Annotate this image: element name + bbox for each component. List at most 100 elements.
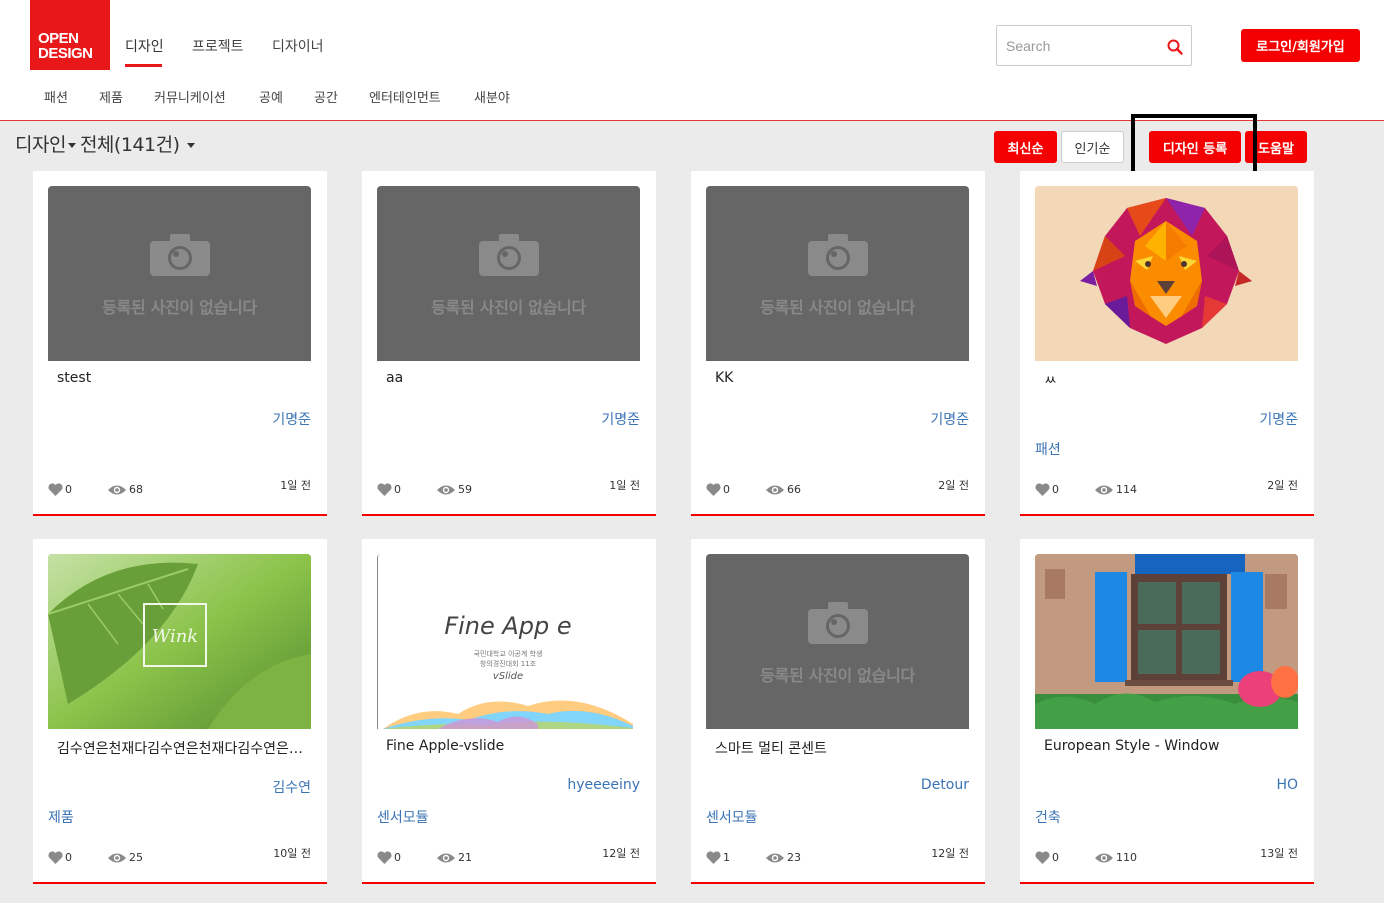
card-thumbnail[interactable]: 등록된 사진이 없습니다	[706, 554, 969, 729]
card-title[interactable]: 김수연은천재다김수연은천재다김수연은천재다	[57, 738, 307, 758]
card-category[interactable]: 센서모듈	[706, 807, 758, 827]
subnav-communication[interactable]: 커뮤니케이션	[154, 87, 226, 106]
eye-icon	[1095, 853, 1113, 862]
heart-icon[interactable]	[48, 851, 63, 864]
heart-icon[interactable]	[706, 851, 721, 864]
nav-project[interactable]: 프로젝트	[192, 36, 244, 56]
fine-apple-sub-1: 국민대학교 이공계 학생	[474, 649, 543, 658]
card-title[interactable]: ㅆ	[1044, 370, 1294, 390]
nav-designer[interactable]: 디자이너	[272, 36, 324, 56]
design-card[interactable]: 등록된 사진이 없습니다 KK 기명준 0 66 2일 전	[691, 171, 985, 516]
card-date: 1일 전	[280, 479, 311, 492]
card-thumbnail[interactable]: 등록된 사진이 없습니다	[706, 186, 969, 361]
page-title-filter: 전체(141건)	[79, 134, 180, 156]
card-thumbnail[interactable]: Fine App e 국민대학교 이공계 학생 창의경진대회 11조 vSlid…	[377, 554, 640, 729]
card-thumbnail[interactable]: Wink	[48, 554, 311, 729]
camera-icon	[150, 234, 210, 276]
card-author[interactable]: hyeeeeiny	[567, 777, 640, 793]
card-author[interactable]: 기명준	[1259, 409, 1298, 429]
like-count: 0	[1052, 851, 1059, 864]
site-logo[interactable]: OPEN DESIGN	[30, 0, 110, 70]
card-author[interactable]: 기명준	[272, 409, 311, 429]
login-signup-button[interactable]: 로그인/회원가입	[1241, 29, 1360, 62]
sort-latest-button[interactable]: 최신순	[994, 131, 1057, 163]
card-category[interactable]: 건축	[1035, 807, 1061, 827]
geometric-lion-image	[1035, 186, 1298, 361]
camera-icon	[808, 602, 868, 644]
card-title[interactable]: aa	[386, 370, 636, 386]
card-title[interactable]: 스마트 멀티 콘센트	[715, 738, 965, 758]
heart-icon[interactable]	[1035, 851, 1050, 864]
nav-design[interactable]: 디자인	[125, 36, 164, 56]
view-count: 110	[1116, 851, 1137, 864]
design-card[interactable]: Fine App e 국민대학교 이공계 학생 창의경진대회 11조 vSlid…	[362, 539, 656, 884]
view-count: 23	[787, 851, 801, 864]
camera-icon	[808, 234, 868, 276]
no-image-text: 등록된 사진이 없습니다	[102, 298, 257, 317]
heart-icon[interactable]	[706, 483, 721, 496]
subnav-craft[interactable]: 공예	[259, 87, 283, 106]
eye-icon	[108, 853, 126, 862]
caret-down-icon	[67, 143, 76, 148]
card-title[interactable]: Fine Apple-vslide	[386, 738, 636, 754]
subnav-entertainment[interactable]: 엔터테인먼트	[369, 87, 441, 106]
card-category[interactable]: 제품	[48, 807, 74, 827]
no-image-text: 등록된 사진이 없습니다	[760, 666, 915, 685]
card-thumbnail[interactable]	[1035, 554, 1298, 729]
heart-icon[interactable]	[377, 483, 392, 496]
card-thumbnail[interactable]	[1035, 186, 1298, 361]
sort-popular-button[interactable]: 인기순	[1061, 131, 1124, 163]
like-count: 0	[723, 483, 730, 496]
card-author[interactable]: Detour	[921, 777, 969, 793]
page-title-section: 디자인	[15, 134, 66, 156]
green-leaves-image: Wink	[48, 554, 311, 729]
design-card[interactable]: 등록된 사진이 없습니다 aa 기명준 0 59 1일 전	[362, 171, 656, 516]
painted-window-image	[1035, 554, 1298, 729]
subnav-product[interactable]: 제품	[99, 87, 123, 106]
view-count: 25	[129, 851, 143, 864]
card-stats: 0 114	[1035, 483, 1137, 496]
view-count: 21	[458, 851, 472, 864]
card-author[interactable]: 기명준	[930, 409, 969, 429]
view-count: 68	[129, 483, 143, 496]
heart-icon[interactable]	[48, 483, 63, 496]
card-date: 12일 전	[602, 847, 640, 860]
subnav-space[interactable]: 공간	[314, 87, 338, 106]
no-image-text: 등록된 사진이 없습니다	[431, 298, 586, 317]
card-title[interactable]: European Style - Window	[1044, 738, 1294, 754]
card-author[interactable]: HO	[1276, 777, 1298, 793]
design-card[interactable]: ㅆ 기명준 패션 0 114 2일 전	[1020, 171, 1314, 516]
design-card[interactable]: 등록된 사진이 없습니다 스마트 멀티 콘센트 Detour 센서모듈 1 23…	[691, 539, 985, 884]
heart-icon[interactable]	[1035, 483, 1050, 496]
card-category[interactable]: 센서모듈	[377, 807, 429, 827]
card-title[interactable]: stest	[57, 370, 307, 386]
search-icon[interactable]	[1166, 38, 1184, 56]
like-count: 0	[394, 483, 401, 496]
fine-apple-sub-2: 창의경진대회 11조	[480, 659, 537, 668]
card-author[interactable]: 김수연	[272, 777, 311, 797]
card-thumbnail[interactable]: 등록된 사진이 없습니다	[377, 186, 640, 361]
page-title[interactable]: 디자인 전체(141건)	[15, 130, 199, 157]
search-input[interactable]	[997, 26, 1157, 65]
heart-icon[interactable]	[377, 851, 392, 864]
logo-line-1: OPEN	[38, 30, 79, 47]
card-date: 13일 전	[1260, 847, 1298, 860]
card-thumbnail[interactable]: 등록된 사진이 없습니다	[48, 186, 311, 361]
card-date: 1일 전	[609, 479, 640, 492]
card-title[interactable]: KK	[715, 370, 965, 386]
design-card[interactable]: European Style - Window HO 건축 0 110 13일 …	[1020, 539, 1314, 884]
eye-icon	[766, 485, 784, 494]
design-card[interactable]: Wink 김수연은천재다김수연은천재다김수연은천재다 김수연 제품 0 25 1…	[33, 539, 327, 884]
card-stats: 0 66	[706, 483, 801, 496]
card-category[interactable]: 패션	[1035, 439, 1061, 459]
subnav-new-field[interactable]: 새분야	[474, 87, 510, 106]
design-card[interactable]: 등록된 사진이 없습니다 stest 기명준 0 68 1일 전	[33, 171, 327, 516]
fine-apple-slide-image: Fine App e 국민대학교 이공계 학생 창의경진대회 11조 vSlid…	[378, 554, 640, 729]
card-author[interactable]: 기명준	[601, 409, 640, 429]
card-stats: 1 23	[706, 851, 801, 864]
site-header: OPEN DESIGN 디자인 프로젝트 디자이너 패션 제품 커뮤니케이션 공…	[0, 0, 1384, 121]
eye-icon	[766, 853, 784, 862]
logo-line-2: DESIGN	[38, 45, 93, 62]
subnav-fashion[interactable]: 패션	[44, 87, 68, 106]
view-count: 114	[1116, 483, 1137, 496]
